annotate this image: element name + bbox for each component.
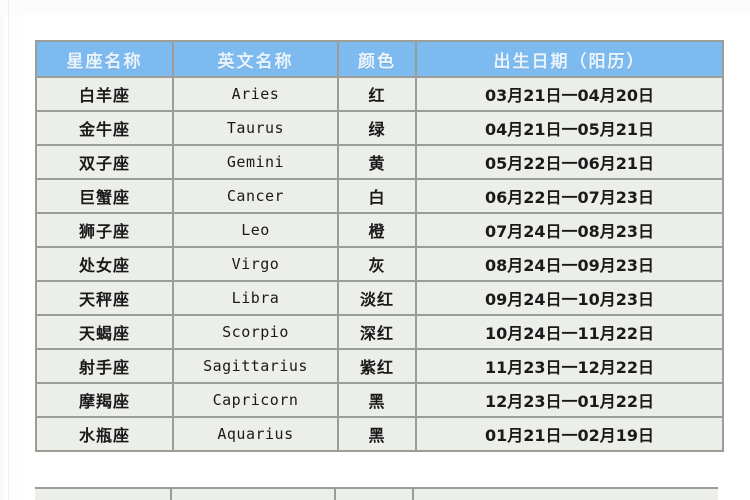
partial-cell-color xyxy=(336,489,412,500)
cell-birth-date: 07月24日一08月23日 xyxy=(417,214,722,246)
zodiac-table-container: 星座名称 英文名称 颜色 出生日期（阳历） 白羊座 Aries 红 03月21日一04… xyxy=(35,40,724,452)
table-row: 巨蟹座 Cancer 白 06月22日一07月23日 xyxy=(37,180,722,212)
cell-zodiac-name: 天蝎座 xyxy=(37,316,172,348)
cell-zodiac-name: 处女座 xyxy=(37,248,172,280)
table-row: 天蝎座 Scorpio 深红 10月24日一11月22日 xyxy=(37,316,722,348)
cell-english-name: Sagittarius xyxy=(174,350,337,382)
bottom-cutoff-row xyxy=(35,487,718,500)
cell-zodiac-name: 射手座 xyxy=(37,350,172,382)
table-row: 狮子座 Leo 橙 07月24日一08月23日 xyxy=(37,214,722,246)
cell-english-name: Gemini xyxy=(174,146,337,178)
ghost-text: · · · · · · · · · xyxy=(310,0,460,7)
cell-zodiac-name: 双子座 xyxy=(37,146,172,178)
cell-zodiac-name: 天秤座 xyxy=(37,282,172,314)
table-row: 天秤座 Libra 淡红 09月24日一10月23日 xyxy=(37,282,722,314)
cell-birth-date: 08月24日一09月23日 xyxy=(417,248,722,280)
column-header-birth-date: 出生日期（阳历） xyxy=(417,42,722,76)
cell-birth-date: 09月24日一10月23日 xyxy=(417,282,722,314)
table-row: 水瓶座 Aquarius 黑 01月21日一02月19日 xyxy=(37,418,722,450)
column-header-english-name: 英文名称 xyxy=(174,42,337,76)
cell-zodiac-name: 白羊座 xyxy=(37,78,172,110)
cell-birth-date: 10月24日一11月22日 xyxy=(417,316,722,348)
header-row: 星座名称 英文名称 颜色 出生日期（阳历） xyxy=(37,42,722,76)
cell-birth-date: 06月22日一07月23日 xyxy=(417,180,722,212)
cell-birth-date: 12月23日一01月22日 xyxy=(417,384,722,416)
table-row: 金牛座 Taurus 绿 04月21日一05月21日 xyxy=(37,112,722,144)
cell-color: 黑 xyxy=(339,418,415,450)
table-row: 处女座 Virgo 灰 08月24日一09月23日 xyxy=(37,248,722,280)
cell-color: 红 xyxy=(339,78,415,110)
cell-color: 黑 xyxy=(339,384,415,416)
cell-birth-date: 03月21日一04月20日 xyxy=(417,78,722,110)
page-fold-line xyxy=(8,0,9,500)
cell-english-name: Libra xyxy=(174,282,337,314)
cell-english-name: Scorpio xyxy=(174,316,337,348)
cell-birth-date: 11月23日一12月22日 xyxy=(417,350,722,382)
cell-color: 深红 xyxy=(339,316,415,348)
column-header-color: 颜色 xyxy=(339,42,415,76)
table-row: 双子座 Gemini 黄 05月22日一06月21日 xyxy=(37,146,722,178)
cell-english-name: Capricorn xyxy=(174,384,337,416)
cell-color: 绿 xyxy=(339,112,415,144)
cell-english-name: Aries xyxy=(174,78,337,110)
cell-color: 淡红 xyxy=(339,282,415,314)
table-row: 白羊座 Aries 红 03月21日一04月20日 xyxy=(37,78,722,110)
page-root: · · · · · · · · · 星座名称 英文名称 颜色 出生日期（阳历） … xyxy=(0,0,750,500)
table-row: 摩羯座 Capricorn 黑 12月23日一01月22日 xyxy=(37,384,722,416)
cell-english-name: Cancer xyxy=(174,180,337,212)
cell-zodiac-name: 水瓶座 xyxy=(37,418,172,450)
cell-zodiac-name: 金牛座 xyxy=(37,112,172,144)
partial-cell-date xyxy=(413,489,718,500)
cell-english-name: Leo xyxy=(174,214,337,246)
cell-color: 白 xyxy=(339,180,415,212)
cell-birth-date: 05月22日一06月21日 xyxy=(417,146,722,178)
cell-zodiac-name: 巨蟹座 xyxy=(37,180,172,212)
table-row: 射手座 Sagittarius 紫红 11月23日一12月22日 xyxy=(37,350,722,382)
cell-english-name: Taurus xyxy=(174,112,337,144)
table-body: 白羊座 Aries 红 03月21日一04月20日 金牛座 Taurus 绿 04月21日一0… xyxy=(37,78,722,450)
cell-birth-date: 01月21日一02月19日 xyxy=(417,418,722,450)
top-cutoff-strip: · · · · · · · · · xyxy=(0,0,750,14)
partial-cell-english xyxy=(171,489,335,500)
cell-birth-date: 04月21日一05月21日 xyxy=(417,112,722,144)
table-header: 星座名称 英文名称 颜色 出生日期（阳历） xyxy=(37,42,722,76)
cell-color: 橙 xyxy=(339,214,415,246)
cell-color: 黄 xyxy=(339,146,415,178)
cell-english-name: Aquarius xyxy=(174,418,337,450)
column-header-zodiac-name: 星座名称 xyxy=(37,42,172,76)
cell-zodiac-name: 摩羯座 xyxy=(37,384,172,416)
partial-cell-name xyxy=(35,489,170,500)
cell-color: 灰 xyxy=(339,248,415,280)
cell-zodiac-name: 狮子座 xyxy=(37,214,172,246)
zodiac-table: 星座名称 英文名称 颜色 出生日期（阳历） 白羊座 Aries 红 03月21日一04… xyxy=(35,40,724,452)
cell-english-name: Virgo xyxy=(174,248,337,280)
partial-row xyxy=(35,487,718,500)
cell-color: 紫红 xyxy=(339,350,415,382)
